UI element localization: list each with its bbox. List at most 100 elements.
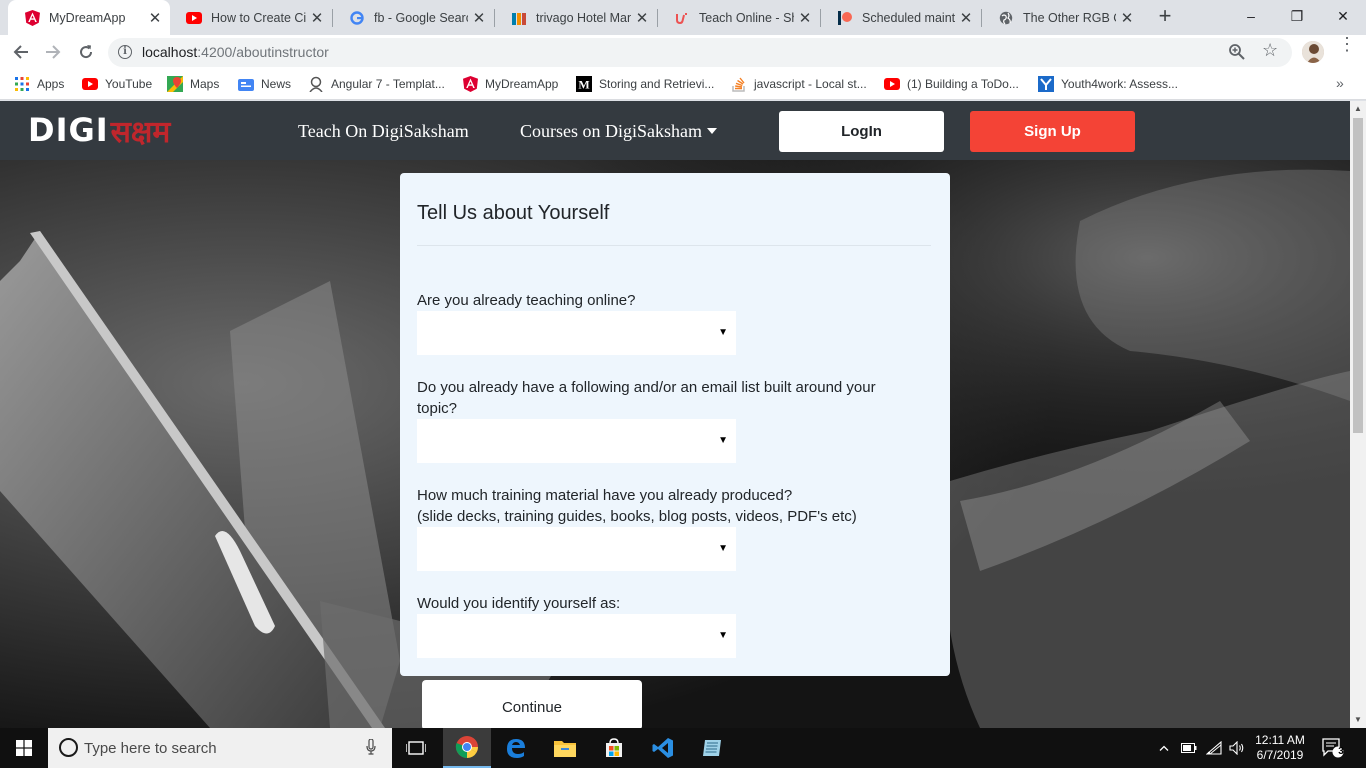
tab-title: trivago Hotel Man	[536, 10, 631, 25]
news-icon	[238, 76, 254, 92]
signup-button[interactable]: Sign Up	[970, 111, 1135, 152]
task-view-button[interactable]	[392, 728, 440, 768]
tab-rgb-company[interactable]: The Other RGB Co ✕	[982, 0, 1142, 35]
angular-icon	[24, 9, 40, 26]
bookmark-youtube[interactable]: YouTube	[82, 76, 152, 92]
taskbar-store[interactable]	[590, 728, 638, 768]
windows-logo-icon	[16, 740, 32, 756]
youtube-icon	[884, 76, 900, 92]
forward-button[interactable]	[41, 40, 65, 64]
dropdown-triangle-icon: ▼	[718, 327, 728, 338]
scroll-up-arrow-icon[interactable]: ▲	[1350, 101, 1366, 117]
tab-close-icon[interactable]: ✕	[472, 9, 486, 27]
caret-down-icon	[707, 128, 717, 134]
tab-title: The Other RGB Co	[1023, 10, 1116, 25]
digisaksham-logo[interactable]: DIGI सक्षम	[28, 105, 170, 155]
question-identify-label: Would you identify yourself as:	[417, 595, 621, 612]
udemy-icon	[674, 10, 690, 26]
browser-toolbar: i localhost:4200/aboutinstructor ☆ ⋮	[0, 35, 1366, 69]
clock-time: 12:11 AM	[1255, 733, 1305, 747]
bookmark-storing[interactable]: M Storing and Retrievi...	[576, 76, 714, 92]
continue-button[interactable]: Continue	[422, 680, 642, 728]
url-text: localhost:4200/aboutinstructor	[142, 44, 329, 60]
taskbar-app[interactable]	[688, 728, 736, 768]
taskbar-search-box[interactable]: Type here to search	[48, 728, 392, 768]
browser-menu-icon[interactable]: ⋮	[1338, 35, 1356, 63]
restore-button[interactable]: ❐	[1274, 0, 1320, 32]
chrome-icon	[455, 736, 478, 758]
bookmarks-bar: Apps YouTube Maps News Angular 7 - Templ…	[0, 69, 1366, 100]
show-hidden-icons-button[interactable]	[1156, 728, 1172, 768]
profile-avatar[interactable]	[1302, 41, 1324, 63]
windows-taskbar: Type here to search 12:11 AM 6/7/2019 3	[0, 728, 1366, 768]
tab-teach-online[interactable]: Teach Online - Sha ✕	[658, 0, 820, 35]
system-clock[interactable]: 12:11 AM 6/7/2019	[1250, 733, 1310, 763]
google-icon	[349, 10, 365, 26]
youth4work-icon	[1038, 76, 1054, 92]
microphone-icon[interactable]	[366, 739, 376, 755]
taskbar-file-explorer[interactable]	[541, 728, 589, 768]
tab-close-icon[interactable]: ✕	[798, 9, 812, 27]
reload-button[interactable]	[74, 40, 98, 64]
folder-icon	[554, 741, 576, 757]
bookmark-label: News	[261, 77, 292, 91]
identify-select[interactable]: ▼	[417, 614, 736, 658]
bookmark-mydreamapp[interactable]: MyDreamApp	[462, 76, 558, 92]
taskbar-edge[interactable]	[492, 728, 540, 768]
tab-youtube-circle[interactable]: How to Create Circ ✕	[170, 0, 332, 35]
bookmark-youth4work[interactable]: Youth4work: Assess...	[1038, 76, 1178, 92]
dropdown-triangle-icon: ▼	[718, 630, 728, 641]
window-close-button[interactable]: ✕	[1320, 0, 1366, 32]
start-button[interactable]	[0, 728, 48, 768]
battery-icon	[1181, 743, 1197, 753]
tab-mydreamapp[interactable]: MyDreamApp ✕	[8, 0, 170, 35]
tab-google-search[interactable]: fb - Google Search ✕	[333, 0, 494, 35]
bookmark-star-icon[interactable]: ☆	[1262, 40, 1278, 61]
tab-close-icon[interactable]: ✕	[148, 9, 162, 27]
reload-icon	[80, 45, 93, 59]
following-select[interactable]: ▼	[417, 419, 736, 463]
zoom-icon[interactable]	[1228, 43, 1246, 61]
site-info-icon[interactable]: i	[118, 45, 132, 59]
question-following-label: Do you already have a following and/or a…	[417, 379, 876, 417]
action-center-button[interactable]: 3	[1318, 728, 1348, 768]
taskbar-chrome[interactable]	[443, 728, 491, 768]
tab-close-icon[interactable]: ✕	[959, 9, 973, 27]
nav-courses-dropdown[interactable]: Courses on DigiSaksham	[520, 121, 717, 142]
nav-teach-link[interactable]: Teach On DigiSaksham	[298, 121, 469, 142]
bookmark-label: MyDreamApp	[485, 77, 559, 91]
tab-scheduled-maintenance[interactable]: Scheduled mainte ✕	[821, 0, 981, 35]
bookmark-maps[interactable]: Maps	[167, 76, 219, 92]
teaching-online-select[interactable]: ▼	[417, 311, 736, 355]
bookmark-angular7[interactable]: Angular 7 - Templat...	[308, 76, 445, 92]
tab-close-icon[interactable]: ✕	[1120, 9, 1134, 27]
new-tab-button[interactable]: +	[1153, 5, 1177, 29]
apps-grid-icon	[14, 76, 30, 92]
volume-control[interactable]	[1228, 728, 1246, 768]
chevron-up-icon	[1159, 745, 1169, 751]
bookmark-apps[interactable]: Apps	[14, 76, 64, 92]
tab-close-icon[interactable]: ✕	[635, 9, 649, 27]
scrollbar-thumb[interactable]	[1353, 118, 1363, 433]
address-bar[interactable]: i localhost:4200/aboutinstructor ☆	[108, 38, 1292, 67]
bookmark-news[interactable]: News	[238, 76, 291, 92]
url-path: :4200/aboutinstructor	[197, 44, 329, 60]
network-status[interactable]	[1205, 728, 1223, 768]
bookmarks-overflow-button[interactable]: »	[1336, 75, 1344, 91]
back-arrow-icon	[13, 45, 28, 59]
question-training-material-label: How much training material have you alre…	[417, 487, 793, 504]
minimize-button[interactable]: –	[1228, 0, 1274, 32]
taskbar-vscode[interactable]	[639, 728, 687, 768]
tab-close-icon[interactable]: ✕	[310, 9, 324, 27]
battery-status[interactable]	[1180, 728, 1198, 768]
training-material-select[interactable]: ▼	[417, 527, 736, 571]
patreon-icon	[837, 10, 853, 26]
tab-trivago[interactable]: trivago Hotel Man ✕	[495, 0, 657, 35]
back-button[interactable]	[9, 40, 33, 64]
divider	[417, 245, 931, 246]
page-scrollbar[interactable]: ▲ ▼	[1350, 101, 1366, 728]
login-button[interactable]: LogIn	[779, 111, 944, 152]
bookmark-building-todo[interactable]: (1) Building a ToDo...	[884, 76, 1019, 92]
bookmark-javascript[interactable]: javascript - Local st...	[731, 76, 867, 92]
scroll-down-arrow-icon[interactable]: ▼	[1350, 712, 1366, 728]
